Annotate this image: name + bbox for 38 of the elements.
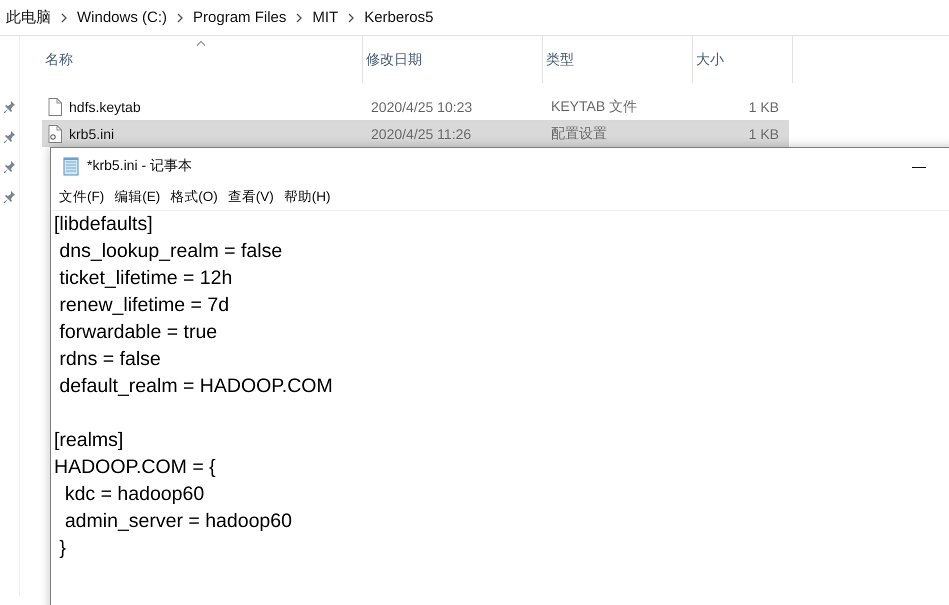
menu-item[interactable]: 编辑(E) bbox=[109, 188, 166, 206]
pin-icon[interactable] bbox=[4, 160, 16, 176]
menu-item[interactable]: 格式(O) bbox=[165, 188, 223, 206]
breadcrumb-item[interactable]: 此电脑 bbox=[6, 8, 51, 27]
window-title: *krb5.ini - 记事本 bbox=[87, 156, 194, 174]
file-size: 1 KB bbox=[748, 98, 780, 114]
pin-icon[interactable] bbox=[4, 190, 16, 206]
column-header[interactable]: 类型 bbox=[543, 36, 693, 83]
column-header[interactable]: 名称 bbox=[42, 36, 363, 83]
file-type: 配置设置 bbox=[550, 124, 608, 142]
chevron-icon bbox=[295, 12, 304, 22]
pin-icon[interactable] bbox=[4, 130, 16, 146]
file-name: krb5.ini bbox=[69, 126, 114, 142]
breadcrumb-item[interactable]: Program Files bbox=[193, 9, 286, 26]
notepad-icon bbox=[61, 156, 81, 176]
settings-file-icon bbox=[48, 124, 62, 142]
menu-item[interactable]: 查看(V) bbox=[222, 188, 279, 206]
file-icon bbox=[48, 98, 62, 116]
breadcrumb-item[interactable]: MIT bbox=[312, 9, 338, 26]
modified-date: 2020/4/25 11:26 bbox=[370, 126, 472, 142]
menu-item[interactable]: 帮助(H) bbox=[278, 188, 336, 206]
breadcrumb-item[interactable]: Windows (C:) bbox=[77, 9, 168, 26]
file-size: 1 KB bbox=[748, 126, 780, 142]
chevron-icon bbox=[60, 12, 68, 22]
breadcrumb-item[interactable]: Kerberos5 bbox=[364, 9, 434, 26]
file-row[interactable]: krb5.ini 2020/4/25 11:26 配置设置 1 KB bbox=[42, 120, 789, 147]
column-header[interactable]: 大小 bbox=[693, 36, 793, 83]
column-header[interactable]: 修改日期 bbox=[363, 36, 543, 83]
minimize-button[interactable]: — bbox=[896, 150, 942, 180]
file-type: KEYTAB 文件 bbox=[550, 98, 638, 116]
pin-icon[interactable] bbox=[4, 100, 16, 116]
modified-date: 2020/4/25 10:23 bbox=[370, 98, 474, 114]
chevron-icon bbox=[176, 12, 184, 22]
file-name: hdfs.keytab bbox=[69, 98, 141, 114]
file-row[interactable]: hdfs.keytab 2020/4/25 10:23 KEYTAB 文件 1 KB bbox=[42, 93, 789, 120]
menu-item[interactable]: 文件(F) bbox=[54, 188, 110, 206]
text-editor[interactable]: [libdefaults] dns_lookup_realm = false ticket_lifetime = 12h renew_lifetime = 7d forwardable = true rdns = false default_realm = HADOOP.COM [realms] HADOOP.COM = { kdc = hadoop60 admin_server = hadoop60 } bbox=[51, 211, 949, 605]
chevron-icon bbox=[347, 12, 356, 22]
